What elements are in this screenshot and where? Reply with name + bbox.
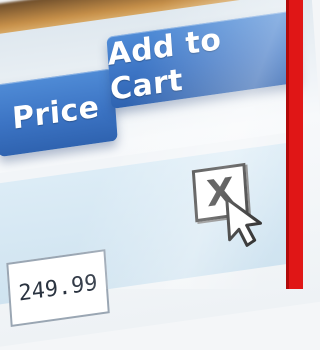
price-value: 249.99 [17,270,99,307]
price-header-label: Price [11,89,101,137]
red-frame [289,0,303,289]
shopping-cart-screen: Price Add to Cart 249.99 X [0,0,320,350]
mouse-pointer-icon [225,197,262,247]
